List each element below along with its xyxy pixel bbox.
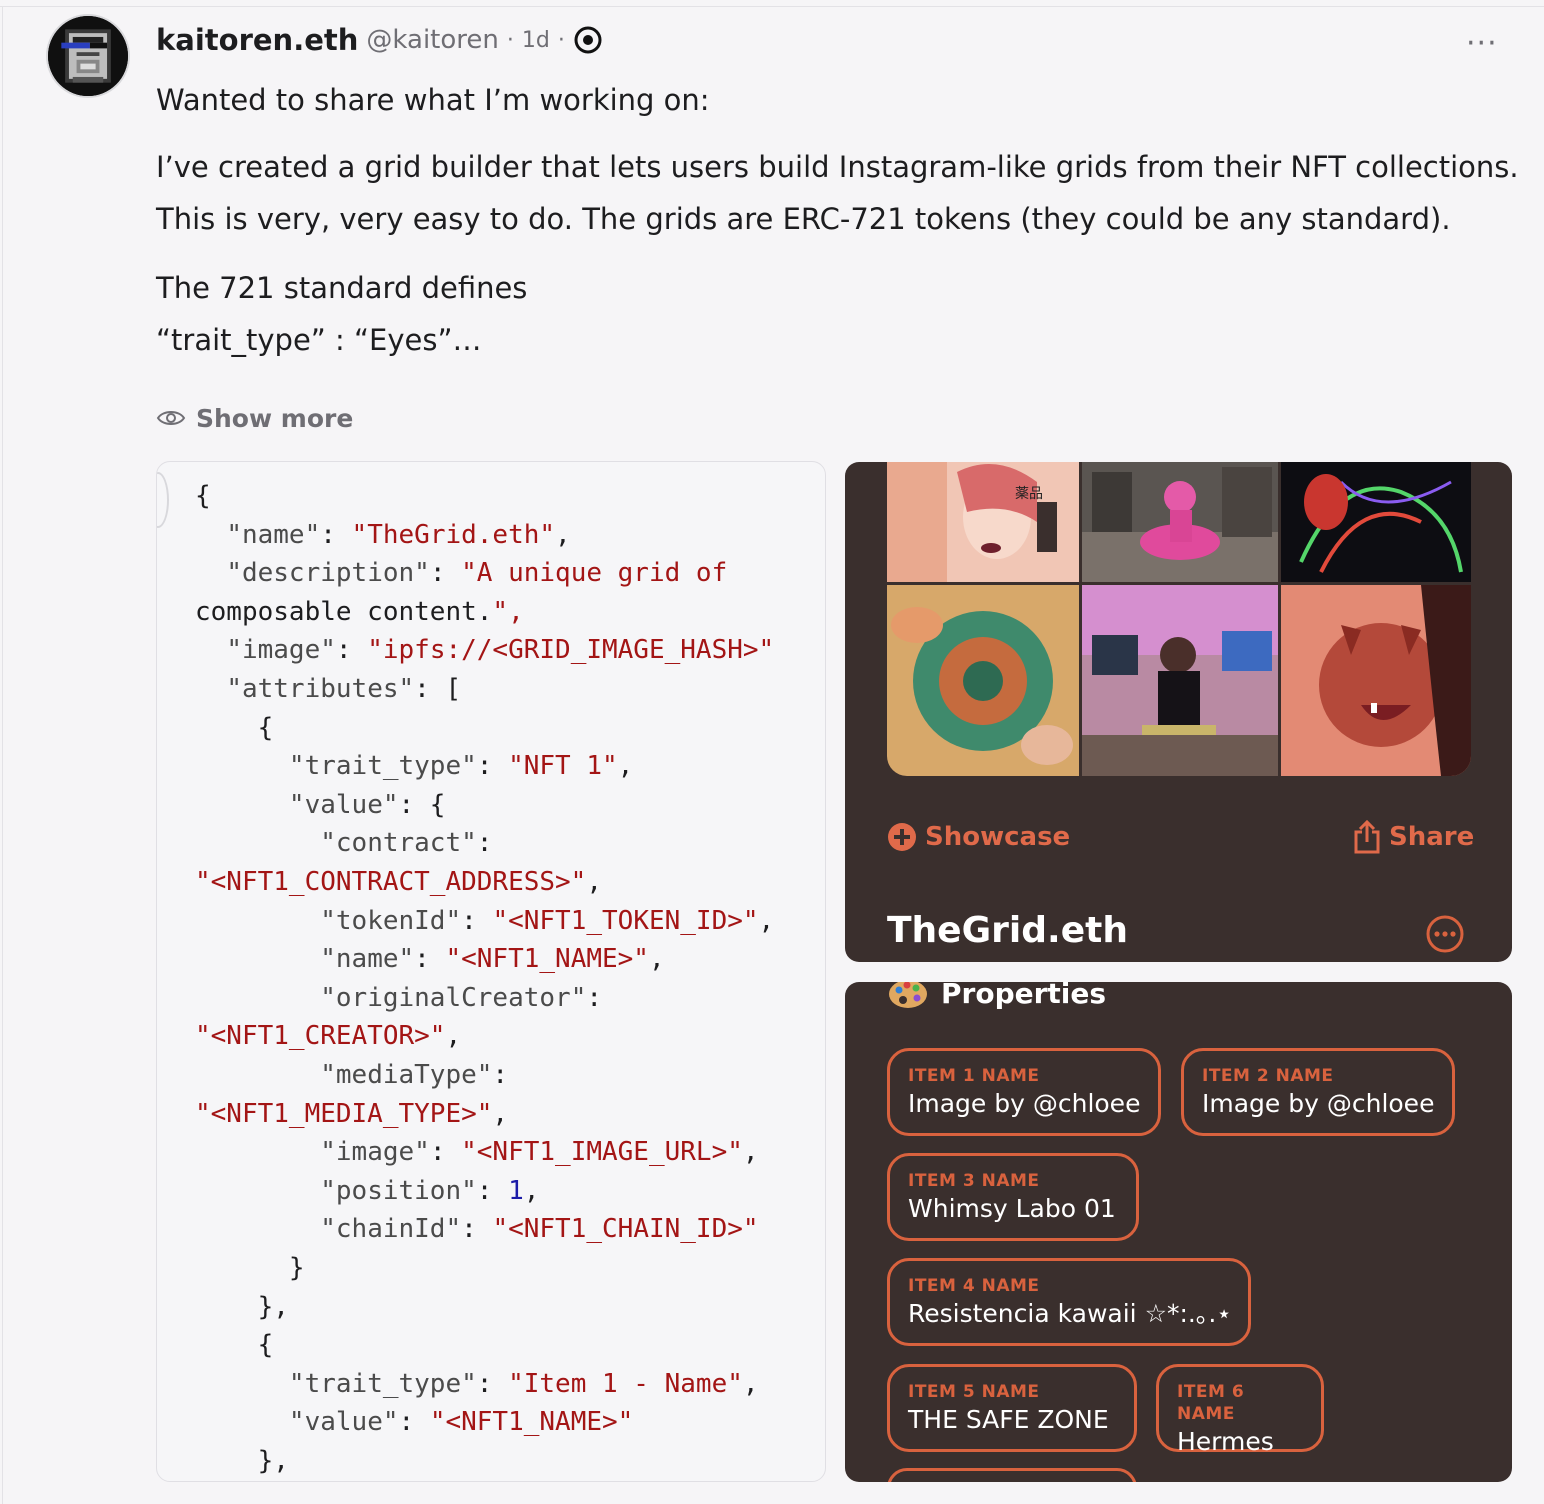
palette-icon <box>889 982 927 1008</box>
code-line: "name": "<NFT1_NAME>", <box>320 944 665 975</box>
post-text-line: The 721 standard defines <box>156 271 528 305</box>
code-line: "position": 1, <box>320 1175 540 1206</box>
avatar-pixel-art <box>48 16 128 96</box>
post-text-line: “trait_type” : “Eyes”… <box>156 323 482 357</box>
code-line: "<NFT1_CREATOR>", <box>195 1021 462 1052</box>
code-line: "trait_type": "Item 1 - Name", <box>288 1368 759 1399</box>
property-label: ITEM 6 NAME <box>1177 1382 1245 1424</box>
code-line: } <box>195 1253 305 1283</box>
code-line: { <box>195 712 274 743</box>
property-value: Whimsy Labo 01 <box>908 1194 1116 1223</box>
code-line: "trait_type": "NFT 1", <box>288 751 634 782</box>
code-line: "image": "ipfs://<GRID_IMAGE_HASH>" <box>226 635 775 666</box>
property-pill-item-1[interactable]: ITEM 1 NAME Image by @chloee <box>887 1048 1161 1136</box>
code-line: }, <box>195 1446 289 1476</box>
property-label: ITEM 1 NAME <box>908 1066 1040 1086</box>
separator-dot: · <box>557 27 565 53</box>
separator-dot: · <box>506 27 514 53</box>
post-timestamp[interactable]: 1d <box>522 28 550 53</box>
property-label: ITEM 4 NAME <box>908 1276 1040 1296</box>
showcase-label: Showcase <box>925 822 1071 852</box>
code-line: { <box>195 1330 274 1361</box>
nft-tile[interactable] <box>1281 462 1471 582</box>
code-line: "value": "<NFT1_NAME>" <box>288 1407 634 1438</box>
showcase-button[interactable]: Showcase <box>887 822 1070 852</box>
top-divider <box>0 6 1544 7</box>
left-divider <box>2 6 3 1504</box>
show-more-button[interactable]: Show more <box>156 400 353 436</box>
property-label: ITEM 3 NAME <box>908 1171 1040 1191</box>
property-pill-item-5[interactable]: ITEM 5 NAME THE SAFE ZONE <box>887 1364 1137 1452</box>
code-line: "attributes": [ <box>226 674 462 704</box>
more-options-button[interactable]: ··· <box>1466 26 1498 61</box>
property-pill-item-3[interactable]: ITEM 3 NAME Whimsy Labo 01 <box>887 1153 1139 1241</box>
share-icon <box>1354 820 1380 854</box>
scroll-indicator <box>157 472 169 528</box>
property-pill-item-2[interactable]: ITEM 2 NAME Image by @chloee <box>1181 1048 1455 1136</box>
code-line: "originalCreator": <box>320 982 602 1013</box>
code-line: "image": "<NFT1_IMAGE_URL>", <box>320 1137 759 1168</box>
code-line: "mediaType": <box>320 1060 509 1090</box>
code-line: "tokenId": "<NFT1_TOKEN_ID>", <box>320 905 775 936</box>
code-line: "name": "TheGrid.eth", <box>226 519 571 550</box>
post-text-line: Wanted to share what I’m working on: <box>156 83 710 117</box>
show-more-label: Show more <box>196 403 354 433</box>
share-label: Share <box>1389 822 1475 852</box>
code-line: "chainId": "<NFT1_CHAIN_ID>" <box>320 1214 759 1245</box>
property-value: Image by @chloee <box>908 1089 1141 1118</box>
post-text-line: I’ve created a grid builder that lets us… <box>156 150 1519 184</box>
property-label: ITEM 2 NAME <box>1202 1066 1334 1086</box>
code-image-card[interactable]: { "name": "TheGrid.eth", "description": … <box>156 461 826 1482</box>
properties-header: Properties <box>887 982 1106 1010</box>
property-pill-partial[interactable] <box>887 1468 1137 1482</box>
code-line: "<NFT1_CONTRACT_ADDRESS>", <box>195 867 602 897</box>
property-value: Hermes <box>1177 1427 1274 1456</box>
nft-tile[interactable] <box>1082 585 1278 776</box>
tile-overlay-text: 薬品 <box>1015 486 1043 502</box>
eye-icon <box>156 411 186 425</box>
nft-grid: 薬品 <box>887 462 1471 776</box>
avatar[interactable] <box>46 14 130 98</box>
property-pill-item-4[interactable]: ITEM 4 NAME Resistencia kawaii ☆*:.｡.⋆ <box>887 1258 1251 1346</box>
grid-title: TheGrid.eth <box>887 910 1128 951</box>
more-circle-icon[interactable] <box>1425 914 1465 954</box>
nft-tile[interactable]: 薬品 <box>887 462 1079 582</box>
code-line: "value": { <box>288 789 446 820</box>
properties-card[interactable]: Properties ITEM 1 NAME Image by @chloee … <box>845 982 1512 1482</box>
property-label: ITEM 5 NAME <box>908 1382 1040 1402</box>
nft-tile[interactable] <box>1082 462 1278 582</box>
plus-circle-icon <box>888 823 916 851</box>
property-pill-item-6[interactable]: ITEM 6 NAME Hermes <box>1156 1364 1324 1456</box>
property-value: Resistencia kawaii ☆*:.｡.⋆ <box>908 1299 1232 1328</box>
code-line: { <box>195 481 211 511</box>
author-handle[interactable]: @kaitoren <box>366 25 498 55</box>
properties-title: Properties <box>941 982 1107 1010</box>
code-line: composable content.", <box>195 596 524 627</box>
code-line: "<NFT1_MEDIA_TYPE>", <box>195 1098 509 1129</box>
grid-preview-card[interactable]: 薬品 Showcase Share TheGrid.eth <box>845 462 1512 962</box>
code-line: }, <box>195 1291 289 1322</box>
code-line: "description": "A unique grid of <box>226 558 728 589</box>
post-text-line: This is very, very easy to do. The grids… <box>156 202 1451 236</box>
post-header: kaitoren.eth @kaitoren · 1d · <box>156 20 603 60</box>
property-value: THE SAFE ZONE <box>908 1405 1109 1434</box>
nft-tile[interactable] <box>887 585 1079 776</box>
property-value: Image by @chloee <box>1202 1089 1435 1118</box>
share-button[interactable]: Share <box>1353 820 1474 854</box>
code-line: "contract": <box>320 828 493 859</box>
channel-icon[interactable] <box>573 25 603 55</box>
author-name[interactable]: kaitoren.eth <box>156 23 358 57</box>
nft-tile[interactable] <box>1281 585 1471 776</box>
